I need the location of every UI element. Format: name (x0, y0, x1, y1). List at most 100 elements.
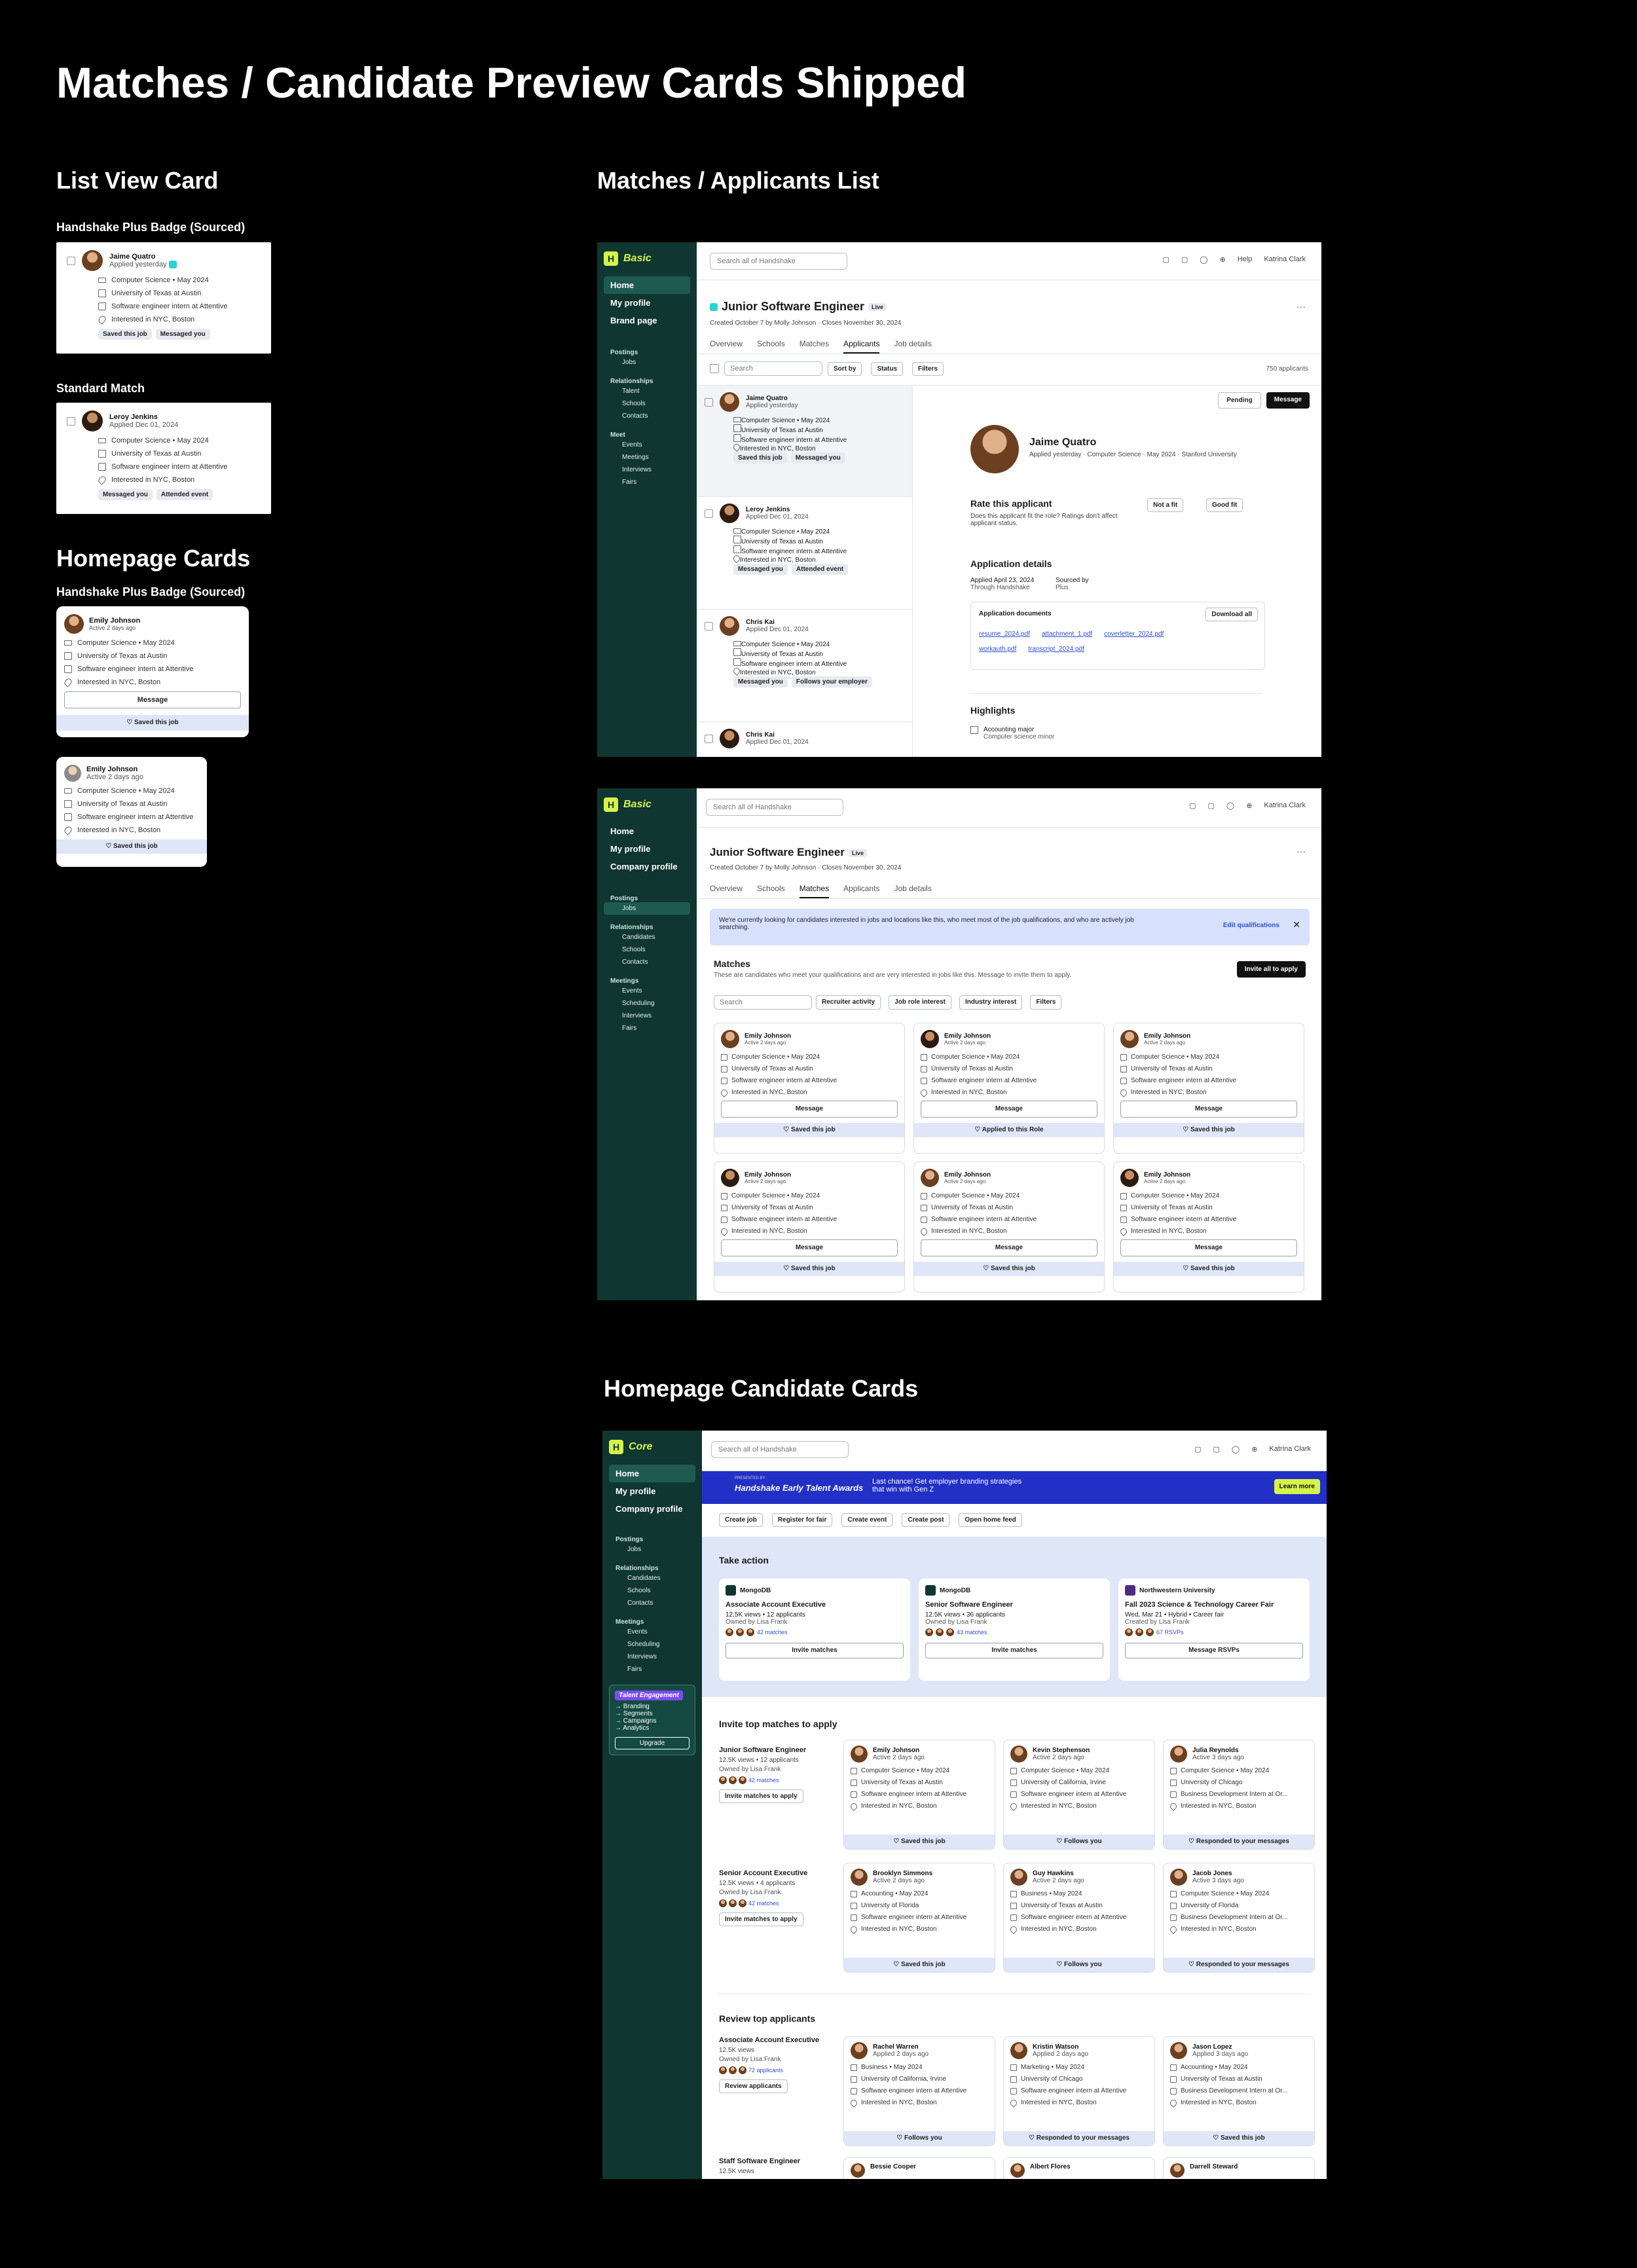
help-menu[interactable]: Help (1238, 255, 1253, 264)
doc-link[interactable]: resume_2024.pdf (979, 631, 1030, 638)
te-link[interactable]: → Segments (615, 1710, 690, 1717)
match-card[interactable]: Emily Johnson Active 2 days ago Computer S… (714, 1023, 905, 1154)
message-button[interactable]: Message (721, 1101, 898, 1118)
candidate-card[interactable]: Jason Lopez Applied 3 days ago Accounting … (1163, 2036, 1315, 2146)
group-action-button[interactable]: Invite matches to apply (719, 1912, 803, 1926)
calendar-icon[interactable]: ▢ (1194, 1445, 1201, 1454)
global-search[interactable]: Search all of Handshake (711, 1441, 849, 1458)
te-link[interactable]: → Analytics (615, 1725, 690, 1732)
nav-events[interactable]: Events (604, 439, 690, 451)
select-checkbox[interactable] (67, 256, 75, 265)
more-icon[interactable]: ··· (1297, 301, 1306, 312)
message-button[interactable]: Message (921, 1239, 1097, 1256)
good-fit-button[interactable]: Good fit (1206, 498, 1243, 512)
nav-my-profile[interactable]: My profile (604, 840, 690, 858)
chat-icon[interactable]: ▢ (1207, 801, 1214, 810)
quick-action-button[interactable]: Register for fair (771, 1513, 833, 1527)
home-card-wide[interactable]: Emily Johnson Active 2 days ago Computer … (56, 606, 249, 737)
message-button[interactable]: Message (721, 1239, 898, 1256)
applicant-list-item[interactable]: Chris Kai Applied Dec 01, 2024 (697, 722, 912, 757)
job-role-interest-dropdown[interactable]: Job role interest (889, 995, 951, 1010)
match-card[interactable]: Emily Johnson Active 2 days ago Computer S… (913, 1161, 1105, 1292)
tab-applicants[interactable]: Applicants (843, 884, 879, 898)
user-menu[interactable]: Katrina Clark (1269, 1445, 1311, 1454)
nav-interviews[interactable]: Interviews (604, 1010, 690, 1022)
select-all-checkbox[interactable] (710, 364, 719, 373)
tab-applicants[interactable]: Applicants (843, 339, 880, 354)
matches-search[interactable]: Search (714, 995, 812, 1010)
upgrade-button[interactable]: Upgrade (615, 1737, 690, 1749)
nav-home[interactable]: Home (604, 276, 690, 294)
quick-action-button[interactable]: Create post (902, 1513, 950, 1527)
industry-interest-dropdown[interactable]: Industry interest (959, 995, 1023, 1010)
people-icon[interactable]: ◯ (1232, 1445, 1240, 1454)
nav-company-profile[interactable]: Company profile (604, 858, 690, 875)
group-action-button[interactable]: Invite matches to apply (719, 1789, 803, 1803)
match-card[interactable]: Emily Johnson Active 2 days ago Computer S… (1113, 1161, 1304, 1292)
candidate-card[interactable]: Rachel Warren Applied 2 days ago Business … (843, 2036, 995, 2146)
select-checkbox[interactable] (705, 621, 713, 631)
nav-contacts[interactable]: Contacts (604, 956, 690, 968)
candidate-card[interactable]: Guy Hawkins Active 2 days ago Business • M… (1003, 1863, 1155, 1973)
people-icon[interactable]: ◯ (1200, 255, 1207, 264)
invite-all-button[interactable]: Invite all to apply (1236, 961, 1306, 978)
message-button[interactable]: Message (921, 1101, 1097, 1118)
candidate-card[interactable]: Darrell Steward (1163, 2157, 1315, 2179)
message-button[interactable]: Message (1120, 1239, 1297, 1256)
nav-brand-page[interactable]: Brand page (604, 312, 690, 329)
match-card[interactable]: Emily Johnson Active 2 days ago Computer S… (714, 1161, 905, 1292)
candidate-card[interactable]: Bessie Cooper (843, 2157, 995, 2179)
home-card-small[interactable]: Emily Johnson Active 2 days ago Computer … (56, 757, 207, 867)
nav-contacts[interactable]: Contacts (609, 1597, 695, 1609)
nav-events[interactable]: Events (604, 985, 690, 997)
tab-job-details[interactable]: Job details (894, 884, 931, 898)
message-button[interactable]: Message (64, 691, 241, 708)
candidate-card[interactable]: Kevin Stephenson Active 2 days ago Compute… (1003, 1740, 1155, 1850)
calendar-icon[interactable]: ▢ (1189, 801, 1196, 810)
nav-fairs[interactable]: Fairs (609, 1663, 695, 1675)
user-menu[interactable]: Katrina Clark (1264, 255, 1306, 264)
nav-jobs[interactable]: Jobs (604, 902, 690, 915)
nav-candidates[interactable]: Candidates (609, 1572, 695, 1584)
nav-fairs[interactable]: Fairs (604, 1022, 690, 1034)
nav-fairs[interactable]: Fairs (604, 476, 690, 488)
quick-action-button[interactable]: Create job (719, 1513, 763, 1527)
nav-interviews[interactable]: Interviews (604, 464, 690, 476)
globe-icon[interactable]: ⊕ (1251, 1445, 1257, 1454)
candidate-card[interactable]: Julia Reynolds Active 3 days ago Computer … (1163, 1740, 1315, 1850)
select-checkbox[interactable] (67, 416, 75, 426)
list-card-standard[interactable]: Leroy Jenkins Applied Dec 01, 2024 Compu… (56, 403, 271, 514)
tab-overview[interactable]: Overview (710, 339, 743, 354)
tab-job-details[interactable]: Job details (894, 339, 931, 354)
candidate-card[interactable]: Emily Johnson Active 2 days ago Computer S… (843, 1740, 995, 1850)
more-icon[interactable]: ··· (1297, 846, 1306, 856)
tab-schools[interactable]: Schools (757, 339, 785, 354)
message-button[interactable]: Message (1266, 392, 1310, 409)
chat-icon[interactable]: ▢ (1213, 1445, 1219, 1454)
globe-icon[interactable]: ⊕ (1246, 801, 1252, 810)
nav-schools[interactable]: Schools (604, 943, 690, 956)
globe-icon[interactable]: ⊕ (1220, 255, 1226, 264)
action-button[interactable]: Message RSVPs (1125, 1643, 1303, 1658)
applicant-list-item[interactable]: Chris Kai Applied Dec 01, 2024 Computer Sc… (697, 610, 912, 722)
people-icon[interactable]: ◯ (1226, 801, 1234, 810)
nav-contacts[interactable]: Contacts (604, 410, 690, 422)
nav-interviews[interactable]: Interviews (609, 1651, 695, 1663)
quick-action-button[interactable]: Open home feed (959, 1513, 1022, 1527)
doc-link[interactable]: transcript_2024.pdf (1028, 646, 1084, 653)
nav-scheduling[interactable]: Scheduling (609, 1638, 695, 1651)
quick-action-button[interactable]: Create event (841, 1513, 893, 1527)
sort-dropdown[interactable]: Sort by (828, 361, 862, 376)
list-card-plus[interactable]: Jaime Quatro Applied yesterday Computer … (56, 242, 271, 354)
nav-my-profile[interactable]: My profile (604, 294, 690, 312)
nav-scheduling[interactable]: Scheduling (604, 997, 690, 1010)
list-search[interactable]: Search (724, 361, 822, 376)
calendar-icon[interactable]: ▢ (1162, 255, 1169, 264)
action-button[interactable]: Invite matches (726, 1643, 904, 1658)
close-icon[interactable]: ✕ (1293, 919, 1300, 930)
tab-matches[interactable]: Matches (799, 884, 830, 898)
nav-candidates[interactable]: Candidates (604, 931, 690, 943)
message-button[interactable]: Message (1120, 1101, 1297, 1118)
nav-company-profile[interactable]: Company profile (609, 1500, 695, 1518)
user-menu[interactable]: Katrina Clark (1264, 801, 1306, 810)
